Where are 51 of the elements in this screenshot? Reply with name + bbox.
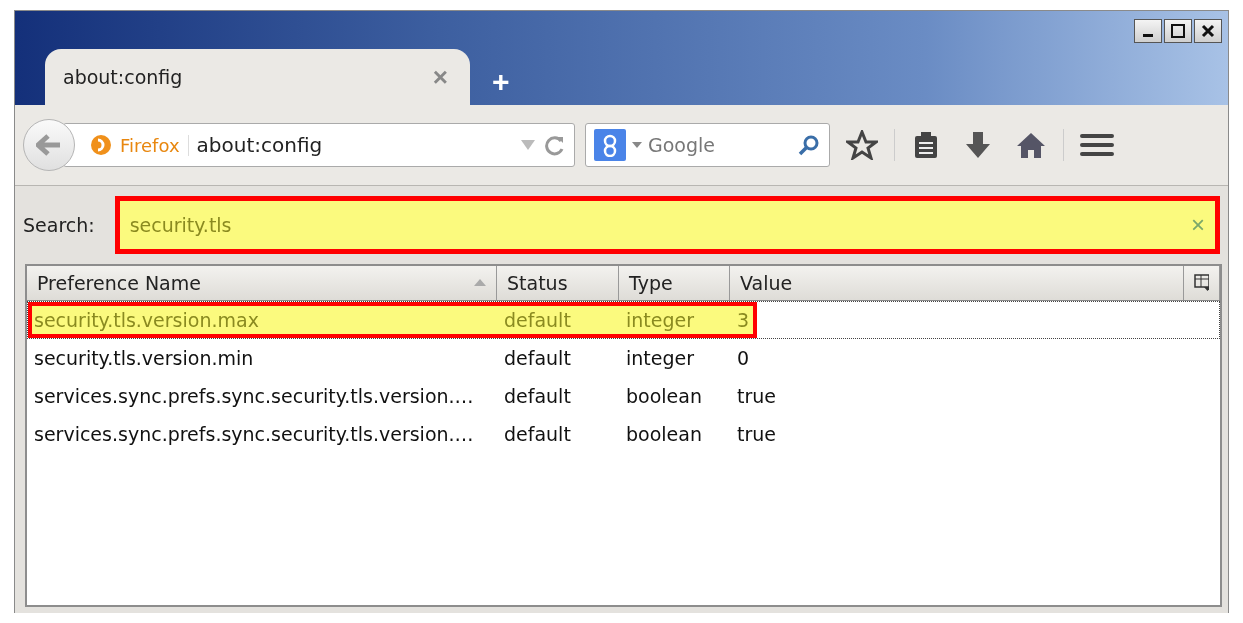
back-button[interactable] [23,119,75,171]
search-placeholder: Google [648,134,716,156]
star-icon [846,130,878,160]
value-cell-text: true [736,384,777,409]
sort-ascending-icon [474,279,486,287]
site-identity: Firefox [120,134,189,156]
column-header[interactable]: Value [730,266,1184,300]
maximize-button[interactable] [1164,19,1192,43]
column-header[interactable]: Preference Name [27,266,497,300]
preference-name: security.tls.version.min [33,346,255,371]
preference-name: services.sync.prefs.sync.security.tls.version.… [33,422,475,447]
column-picker-icon [1194,274,1209,292]
tab-title: about:config [63,66,183,88]
table-row[interactable]: services.sync.prefs.sync.security.tls.version.… default boolean true [27,377,1220,415]
value-cell-text: true [736,422,777,447]
type-cell-text: boolean [625,384,703,409]
type-cell-text: integer [625,308,696,333]
minimize-icon [1143,33,1153,37]
close-button[interactable] [1194,19,1222,43]
value-cell-text: 0 [736,346,751,371]
search-icon[interactable] [797,133,821,157]
table-row[interactable]: security.tls.version.min default integer 0 [27,339,1220,377]
new-tab-button[interactable]: + [492,65,510,99]
table-row[interactable]: services.sync.prefs.sync.security.tls.version.… default boolean true [27,415,1220,453]
status-cell-text: default [503,384,572,409]
type-cell-text: integer [625,346,696,371]
maximize-icon [1170,24,1186,38]
url-text: about:config [196,133,324,157]
browser-tab[interactable]: about:config × [45,49,470,105]
column-header[interactable]: Status [497,266,619,300]
column-header[interactable]: Type [619,266,730,300]
download-arrow-icon [963,130,993,160]
filter-value: security.tls [129,214,233,236]
value-cell-text: 3 [736,308,751,333]
minimize-button[interactable] [1134,19,1162,43]
url-bar[interactable]: Firefox about:config [63,123,575,167]
home-icon [1015,130,1047,160]
close-icon [1201,24,1215,38]
search-field[interactable]: Google [585,123,830,167]
search-engine-icon [594,129,626,161]
status-cell-text: default [503,308,572,333]
dropdown-icon[interactable] [632,141,642,149]
status-cell-text: default [503,422,572,447]
status-cell-text: default [503,346,572,371]
preference-name: services.sync.prefs.sync.security.tls.version.… [33,384,475,409]
type-cell-text: boolean [625,422,703,447]
menu-icon [1080,132,1114,158]
search-label: Search: [23,214,95,236]
preference-name: security.tls.version.max [33,308,260,333]
reload-icon[interactable] [544,134,566,156]
back-arrow-icon [36,134,62,156]
